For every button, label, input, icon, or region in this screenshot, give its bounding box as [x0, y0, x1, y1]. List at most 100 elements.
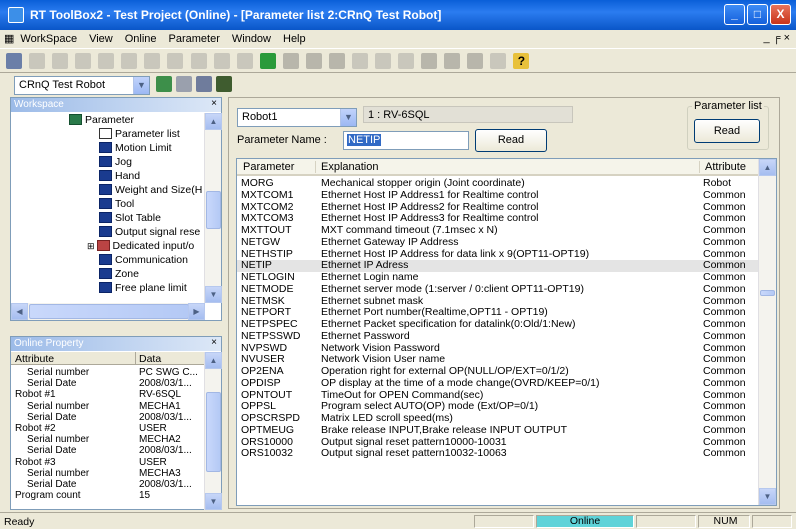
scroll-right-icon[interactable]: ▶	[188, 303, 205, 320]
scroll-down-icon[interactable]: ▼	[205, 286, 222, 303]
property-row[interactable]: Serial Date 2008/03/1...	[11, 412, 205, 423]
list-row[interactable]: OPTMEUG Brake release INPUT,Brake release…	[237, 424, 758, 437]
header-explanation[interactable]: Explanation	[321, 161, 379, 173]
list-row[interactable]: MXTTOUT MXT command timeout (7.1msec x N)…	[237, 224, 758, 237]
property-row[interactable]: Robot #2 USER	[11, 423, 205, 434]
tree-item-output-signal[interactable]: Output signal rese	[99, 226, 200, 240]
param-name-input[interactable]: NETIP	[343, 131, 469, 150]
scroll-up-icon[interactable]: ▲	[205, 113, 222, 130]
menu-online[interactable]: Online	[119, 31, 163, 45]
list-row[interactable]: MXTCOM1 Ethernet Host IP Address1 for Rea…	[237, 189, 758, 202]
tool-icon-11[interactable]	[375, 53, 391, 69]
tool-icon-9[interactable]	[328, 53, 345, 69]
tree-item-parameter-list[interactable]: Parameter list	[99, 128, 180, 142]
property-row[interactable]: Program count 15	[11, 490, 205, 501]
close-button[interactable]: X	[770, 4, 791, 25]
header-attribute[interactable]: Attribute	[705, 161, 746, 173]
workspace-vscroll[interactable]: ▲ ▼	[204, 113, 222, 303]
tool-icon-4[interactable]	[190, 53, 207, 69]
help-icon[interactable]: ?	[513, 53, 530, 69]
tool-icon-16[interactable]	[490, 53, 507, 69]
save-icon[interactable]	[6, 53, 22, 69]
workspace-close-icon[interactable]: ×	[211, 98, 217, 109]
tool-icon-6[interactable]	[236, 53, 253, 69]
tool-icon-3[interactable]	[167, 53, 184, 69]
property-vscroll[interactable]: ▲ ▼	[204, 352, 222, 510]
mdi-controls[interactable]: _ ╒ ×	[764, 32, 790, 44]
list-row[interactable]: NETGW Ethernet Gateway IP Address Common	[237, 236, 758, 249]
scroll-thumb[interactable]	[760, 290, 775, 296]
title-bar[interactable]: RT ToolBox2 - Test Project (Online) - [P…	[0, 0, 796, 30]
online-property-close-icon[interactable]: ×	[211, 337, 217, 348]
scroll-left-icon[interactable]: ◀	[11, 303, 28, 320]
scroll-up-icon[interactable]: ▲	[205, 352, 222, 369]
tool-icon-2[interactable]	[144, 53, 161, 69]
tree-item-dedicated-io[interactable]: ⊞ Dedicated input/o	[87, 240, 194, 254]
scroll-thumb[interactable]	[206, 392, 221, 472]
tree-item-hand[interactable]: Hand	[99, 170, 140, 184]
list-row[interactable]: OP2ENA Operation right for external OP(NU…	[237, 365, 758, 378]
property-row[interactable]: Robot #1 RV-6SQL	[11, 389, 205, 400]
tool-icon-7[interactable]	[282, 53, 299, 69]
scroll-up-icon[interactable]: ▲	[759, 159, 776, 176]
tool-icon-1[interactable]	[121, 53, 138, 69]
group-read-button[interactable]: Read	[694, 119, 760, 143]
edit-icon[interactable]	[196, 76, 212, 92]
tool-icon-13[interactable]	[421, 53, 438, 69]
tree-item-motion-limit[interactable]: Motion Limit	[99, 142, 172, 156]
menu-help[interactable]: Help	[277, 31, 312, 45]
tool-icon-12[interactable]	[398, 53, 415, 69]
expand-icon[interactable]: ⊞	[87, 241, 95, 251]
tool-icon-5[interactable]	[213, 53, 230, 69]
tool-icon-8[interactable]	[305, 53, 322, 69]
property-header-data[interactable]: Data	[139, 353, 161, 365]
tree-item-jog[interactable]: Jog	[99, 156, 132, 170]
property-row[interactable]: Serial number MECHA3	[11, 468, 205, 479]
workspace-hscroll[interactable]: ◀ ▶	[11, 303, 205, 320]
list-row[interactable]: NETPSPEC Ethernet Packet specification fo…	[237, 318, 758, 331]
list-row[interactable]: NVPSWD Network Vision Password Common	[237, 342, 758, 355]
header-parameter[interactable]: Parameter	[243, 161, 294, 173]
list-row[interactable]: NETIP Ethernet IP Adress Common	[237, 260, 758, 272]
property-header-attribute[interactable]: Attribute	[15, 353, 54, 365]
property-row[interactable]: Serial number MECHA1	[11, 401, 205, 412]
online-icon[interactable]	[259, 53, 276, 69]
scroll-down-icon[interactable]: ▼	[759, 488, 776, 505]
list-row[interactable]: NETMODE Ethernet server mode (1:server / …	[237, 283, 758, 296]
maximize-button[interactable]: □	[747, 4, 768, 25]
scroll-thumb[interactable]	[206, 191, 221, 229]
menu-workspace[interactable]: WorkSpace	[20, 31, 83, 45]
cut-icon[interactable]	[29, 53, 46, 69]
print-icon[interactable]	[98, 53, 115, 69]
list-row[interactable]: NETLOGIN Ethernet Login name Common	[237, 271, 758, 284]
property-row[interactable]: Robot #3 USER	[11, 457, 205, 468]
property-row[interactable]: Serial Date 2008/03/1...	[11, 479, 205, 490]
robot-number-select[interactable]: Robot1 ▼	[237, 108, 357, 127]
property-row[interactable]: Serial number PC SWG C...	[11, 367, 205, 378]
list-row[interactable]: NETPSSWD Ethernet Password Common	[237, 330, 758, 343]
property-row[interactable]: Serial Date 2008/03/1...	[11, 445, 205, 456]
robot-tool-icon[interactable]	[176, 76, 192, 92]
list-row[interactable]: OPSCRSPD Matrix LED scroll speed(ms) Commo…	[237, 412, 758, 425]
read-button[interactable]: Read	[475, 129, 547, 152]
minimize-button[interactable]: _	[724, 4, 745, 25]
hscroll-thumb[interactable]	[29, 304, 189, 319]
tree-item-parameter[interactable]: Parameter	[69, 114, 134, 128]
copy-icon[interactable]	[52, 53, 69, 69]
list-row[interactable]: OPDISP OP display at the time of a mode c…	[237, 377, 758, 390]
tool-icon-10[interactable]	[351, 53, 368, 69]
tree-item-tool[interactable]: Tool	[99, 198, 134, 212]
tree-item-communication[interactable]: Communication	[99, 254, 188, 268]
menu-parameter[interactable]: Parameter	[163, 31, 226, 45]
robot-selector[interactable]: CRnQ Test Robot ▼	[14, 76, 150, 95]
list-row[interactable]: MORG Mechanical stopper origin (Joint coo…	[237, 178, 758, 190]
property-row[interactable]: Serial Date 2008/03/1...	[11, 378, 205, 389]
property-row[interactable]: Serial number MECHA2	[11, 434, 205, 445]
scroll-down-icon[interactable]: ▼	[205, 493, 222, 510]
tree-item-free-plane-limit[interactable]: Free plane limit	[99, 282, 187, 296]
tree-item-slot-table[interactable]: Slot Table	[99, 212, 161, 226]
connect-icon[interactable]	[156, 76, 172, 92]
list-row[interactable]: ORS10032 Output signal reset pattern10032…	[237, 448, 758, 460]
list-row[interactable]: NETHSTIP Ethernet Host IP Address for dat…	[237, 248, 758, 261]
menu-window[interactable]: Window	[226, 31, 277, 45]
